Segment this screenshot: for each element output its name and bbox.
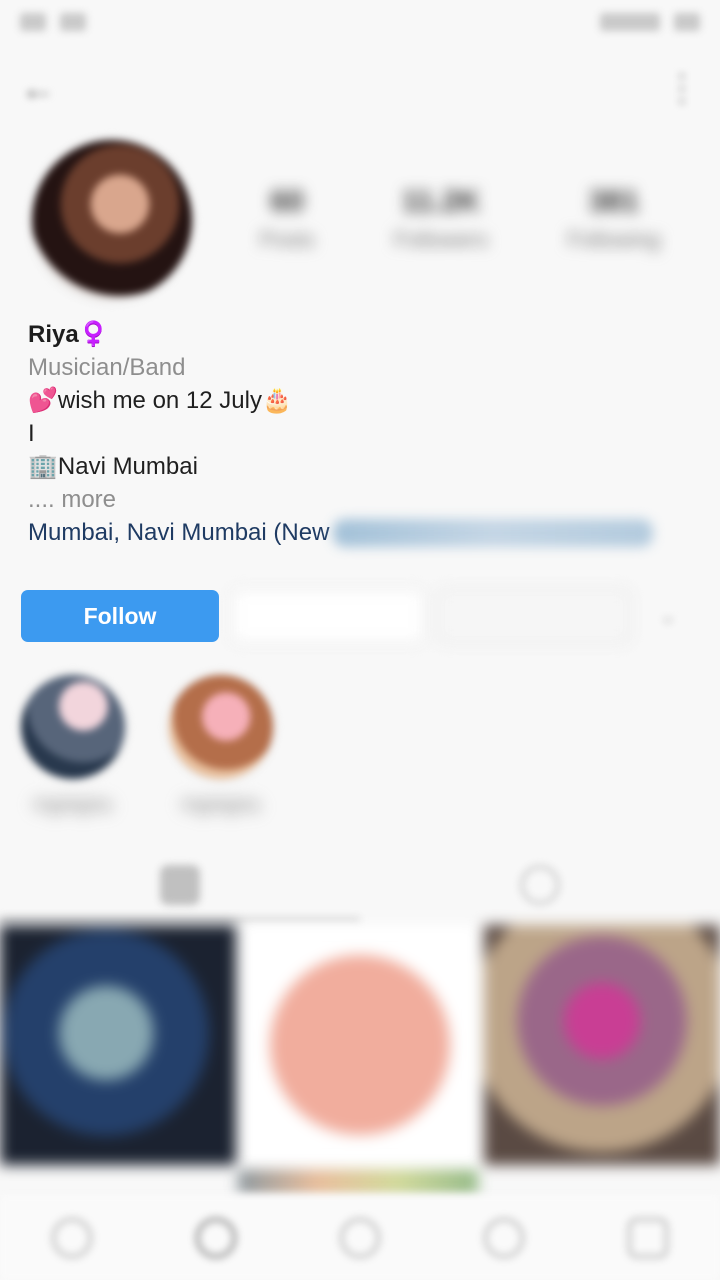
profile-stats: 60 Posts 11.2K Followers 381 Following <box>220 185 700 253</box>
instagram-profile-screen: ← ⋮ 60 Posts 11.2K Followers 381 Followi… <box>0 0 720 1280</box>
grid-icon[interactable] <box>160 865 200 905</box>
heart-icon[interactable] <box>483 1216 525 1259</box>
profile-actions: Follow ⌄ <box>21 588 701 644</box>
nav-home[interactable] <box>32 1203 112 1273</box>
highlight-cover[interactable] <box>21 675 125 779</box>
post-thumbnail[interactable] <box>0 925 236 1165</box>
profile-category: Musician/Band <box>28 354 186 381</box>
bottom-navigation <box>0 1195 720 1280</box>
followers-stat[interactable]: 11.2K Followers <box>394 185 488 253</box>
status-battery-icon <box>674 13 700 31</box>
followers-label: Followers <box>393 227 489 252</box>
post-circle-graphic <box>270 955 450 1135</box>
nav-activity[interactable] <box>464 1203 544 1273</box>
bio-more-link[interactable]: .... more <box>28 483 708 516</box>
status-bar <box>0 0 720 44</box>
location-blurred-text <box>333 518 654 547</box>
highlight-item[interactable]: Highlights <box>18 675 128 816</box>
profile-icon[interactable] <box>627 1216 669 1259</box>
highlight-label: Highlights <box>33 795 113 815</box>
status-network-icon <box>600 13 660 31</box>
posts-stat[interactable]: 60 Posts <box>260 185 315 253</box>
profile-bio: Riya♀️ Musician/Band 💕wish me on 12 July… <box>28 318 708 549</box>
posts-label: Posts <box>259 227 315 252</box>
followers-count: 11.2K <box>401 185 481 218</box>
blurred-post-strip <box>238 1170 478 1194</box>
nav-add[interactable] <box>320 1203 400 1273</box>
tab-grid[interactable] <box>0 850 360 920</box>
search-icon[interactable] <box>195 1216 237 1259</box>
profile-header: ← ⋮ <box>0 58 720 118</box>
story-highlights: Highlights Highlights <box>18 675 698 816</box>
tab-tagged[interactable] <box>360 850 720 920</box>
location-text: Mumbai, Navi Mumbai (New <box>28 519 330 546</box>
status-right <box>600 13 700 31</box>
follow-button[interactable]: Follow <box>21 590 219 642</box>
more-menu-icon[interactable]: ⋮ <box>664 67 700 109</box>
bio-line: 🏢Navi Mumbai <box>28 453 198 480</box>
bio-line: 💕wish me on 12 July🎂 <box>28 387 292 414</box>
message-button[interactable] <box>231 588 425 644</box>
highlight-item[interactable]: Highlights <box>166 675 276 816</box>
highlight-label: Highlights <box>181 795 261 815</box>
profile-name: Riya♀️ <box>28 321 109 348</box>
post-thumbnail[interactable] <box>242 925 478 1165</box>
nav-search[interactable] <box>176 1203 256 1273</box>
active-tab-indicator <box>0 918 360 922</box>
following-stat[interactable]: 381 Following <box>567 185 660 253</box>
profile-avatar[interactable] <box>32 140 192 300</box>
posts-grid <box>0 925 720 1170</box>
following-label: Following <box>567 227 661 252</box>
status-notification-icon <box>20 13 46 31</box>
tagged-icon[interactable] <box>520 865 560 905</box>
post-thumbnail[interactable] <box>484 925 720 1165</box>
posts-count: 60 <box>270 185 304 218</box>
back-arrow-icon[interactable]: ← <box>20 67 70 109</box>
highlight-cover[interactable] <box>169 675 273 779</box>
nav-profile[interactable] <box>608 1203 688 1273</box>
profile-tabs <box>0 850 720 920</box>
profile-location[interactable]: Mumbai, Navi Mumbai (New <box>28 516 708 549</box>
status-app-icon <box>60 13 86 31</box>
add-post-icon[interactable] <box>339 1216 381 1259</box>
bio-line: I <box>28 420 35 447</box>
email-button[interactable] <box>437 588 631 644</box>
following-count: 381 <box>588 185 639 218</box>
more-actions-button[interactable]: ⌄ <box>643 590 693 642</box>
status-left <box>20 13 86 31</box>
home-icon[interactable] <box>51 1216 93 1259</box>
